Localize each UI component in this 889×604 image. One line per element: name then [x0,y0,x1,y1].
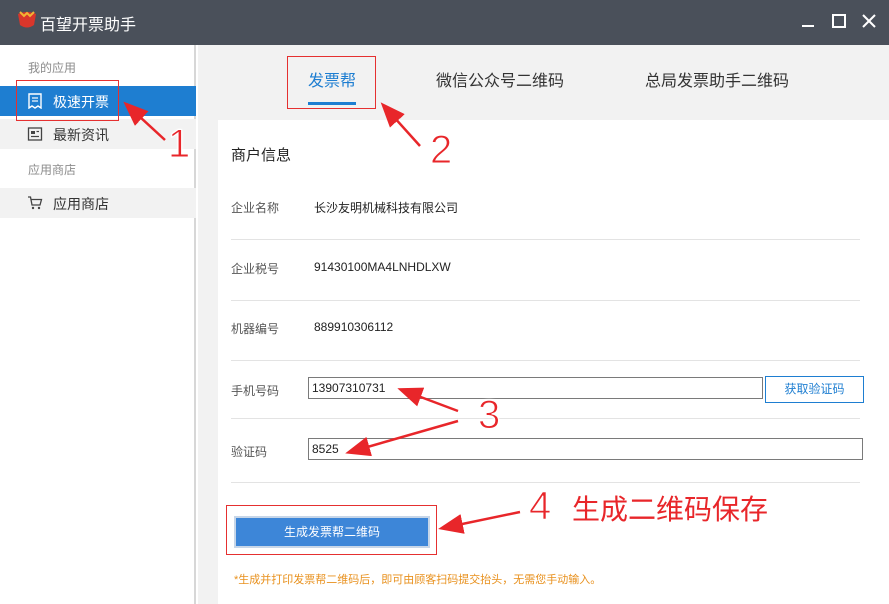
divider [231,239,860,240]
tab-tax-bureau-qrcode[interactable]: 总局发票助手二维码 [645,67,789,91]
annotation-step-4: 4 [528,484,552,529]
annotation-box-2 [287,56,376,109]
tax-number-label: 企业税号 [231,262,280,276]
divider [231,300,860,301]
app-logo-icon [18,11,36,28]
annotation-box-1 [16,80,119,121]
divider [231,482,860,483]
maximize-icon[interactable] [828,10,850,32]
annotation-step-4-text: 生成二维码保存 [572,494,769,525]
app-title: 百望开票助手 [40,17,137,34]
section-title: 商户信息 [231,147,292,164]
news-icon [27,127,43,141]
machine-number-label: 机器编号 [231,322,280,336]
annotation-step-2: 2 [429,128,453,173]
sidebar: 我的应用 极速开票 最新资讯 应用商店 应用商店 [0,45,196,604]
minimize-icon[interactable] [797,10,819,32]
annotation-box-4 [226,505,437,555]
machine-number-value: 889910306112 [314,320,394,334]
tip-text: *生成并打印发票帮二维码后，即可由顾客扫码提交抬头，无需您手动输入。 [234,574,602,586]
cart-icon [28,196,43,210]
verification-code-label: 验证码 [231,445,268,459]
sidebar-group-my-apps: 我的应用 [28,61,77,75]
tab-wechat-qrcode[interactable]: 微信公众号二维码 [436,67,564,91]
annotation-step-1: 1 [167,122,191,167]
title-bar: 百望开票助手 [0,0,889,45]
annotation-step-3: 3 [477,393,501,438]
company-name-value: 长沙友明机械科技有限公司 [314,201,459,215]
sidebar-group-app-store: 应用商店 [28,163,77,177]
verification-code-input[interactable] [308,438,863,460]
close-icon[interactable] [858,10,880,32]
divider [231,360,860,361]
divider [231,418,860,419]
phone-label: 手机号码 [231,384,280,398]
sidebar-item-app-store[interactable]: 应用商店 [0,188,196,218]
sidebar-item-news[interactable]: 最新资讯 [0,119,196,149]
get-code-button[interactable]: 获取验证码 [765,376,864,403]
sidebar-item-label: 应用商店 [53,196,109,212]
tax-number-value: 91430100MA4LNHDLXW [314,260,451,274]
phone-input[interactable] [308,377,763,399]
company-name-label: 企业名称 [231,201,280,215]
sidebar-item-label: 最新资讯 [53,127,109,143]
